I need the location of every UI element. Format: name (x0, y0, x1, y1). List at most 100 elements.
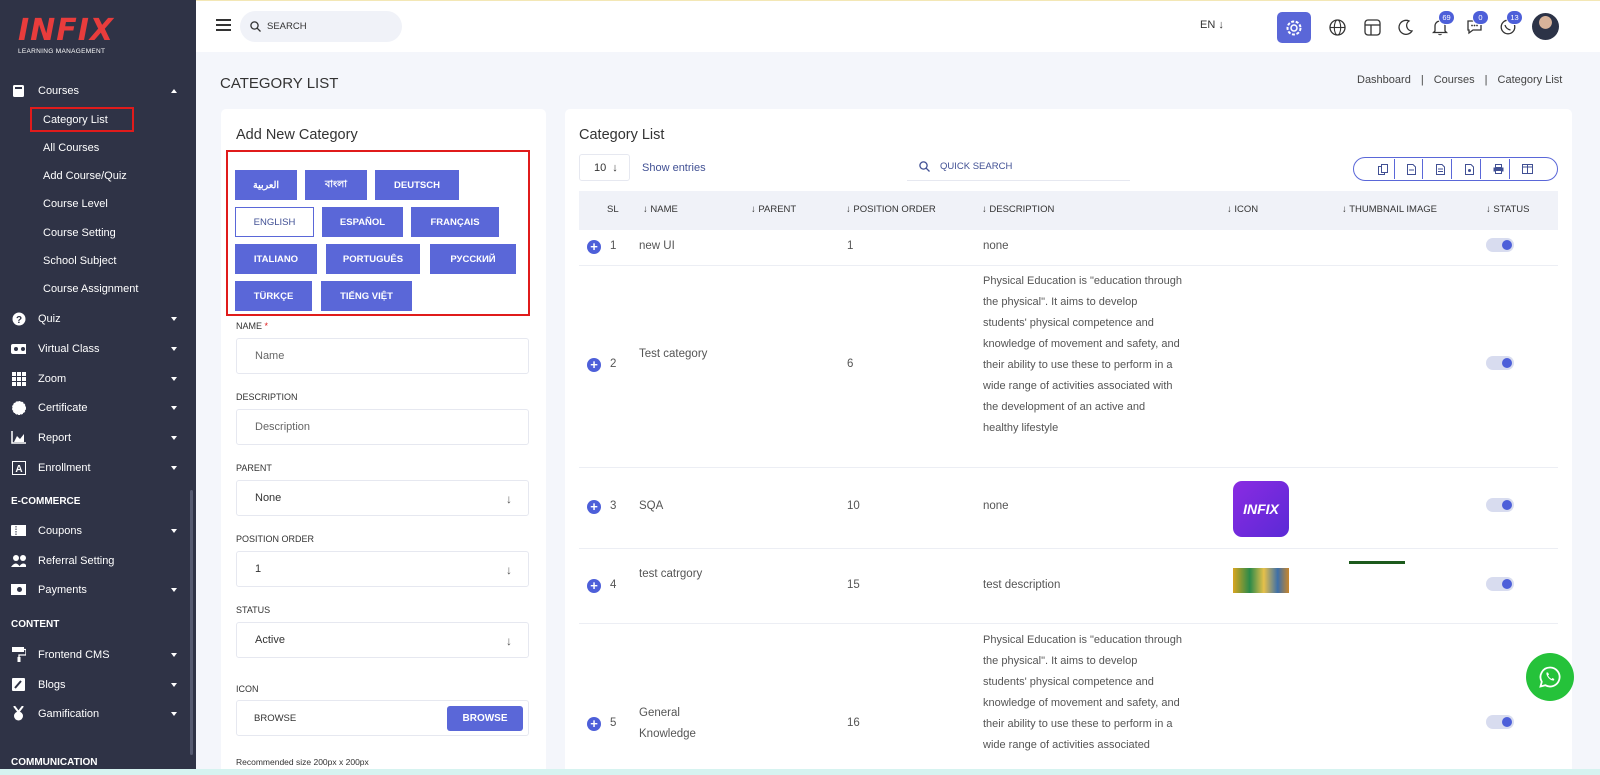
lang-tab-deutsch[interactable]: DEUTSCH (375, 170, 459, 200)
status-toggle[interactable] (1486, 577, 1514, 591)
lang-tab-turkce[interactable]: TÜRKÇE (235, 281, 312, 311)
arrow-down-icon: ↓ (506, 563, 512, 577)
column-header-icon[interactable]: ↓ ICON (1227, 204, 1258, 215)
chevron-down-icon (171, 466, 177, 470)
row-sl: 4 (610, 579, 617, 591)
column-header-position-order[interactable]: ↓ POSITION ORDER (846, 204, 936, 215)
sidebar-item-courses[interactable]: Courses (0, 78, 196, 104)
whatsapp-chat-button[interactable]: 13 (1497, 10, 1523, 38)
menu-toggle-icon[interactable] (216, 19, 231, 31)
sidebar-subitem-category-list[interactable]: Category List (43, 111, 108, 129)
sidebar-subitem-course-assignment[interactable]: Course Assignment (43, 280, 138, 298)
name-field[interactable]: Name (236, 338, 529, 374)
arrow-down-icon: ↓ (506, 634, 512, 648)
column-header-name[interactable]: ↓ NAME (643, 204, 678, 215)
notification-bell[interactable]: 69 (1429, 10, 1455, 38)
lang-tab-english[interactable]: ENGLISH (235, 207, 314, 237)
sidebar-subitem-add-course-quiz[interactable]: Add Course/Quiz (43, 167, 127, 185)
page-title: CATEGORY LIST (220, 75, 339, 92)
parent-select[interactable]: None ↓ (236, 480, 529, 516)
entries-select[interactable]: 10 ↓ (579, 154, 630, 181)
lang-tab-espanol[interactable]: ESPAÑOL (322, 207, 403, 237)
sidebar-item-blogs[interactable]: Blogs (0, 672, 196, 698)
print-icon[interactable] (1488, 159, 1510, 179)
column-header-description[interactable]: ↓ DESCRIPTION (982, 204, 1054, 215)
sidebar-item-virtual-class[interactable]: Virtual Class (0, 336, 196, 362)
lang-tab-italiano[interactable]: ITALIANO (235, 244, 317, 274)
lang-tab-bangla[interactable]: বাংলা (305, 170, 367, 200)
search-placeholder: SEARCH (267, 21, 307, 32)
icon-size-hint: Recommended size 200px x 200px (236, 757, 369, 767)
book-icon (11, 83, 26, 98)
sidebar-item-label: Gamification (38, 708, 100, 720)
browse-button[interactable]: BROWSE (447, 706, 523, 731)
logo-text: INFIX (18, 13, 115, 48)
sidebar-item-coupons[interactable]: Coupons (0, 518, 196, 544)
pdf-icon[interactable] (1459, 159, 1481, 179)
sidebar-item-referral-setting[interactable]: Referral Setting (0, 548, 196, 574)
sidebar-item-enrollment[interactable]: A Enrollment (0, 455, 196, 481)
question-circle-icon: ? (11, 311, 26, 326)
expand-row-icon[interactable]: + (587, 240, 601, 254)
sort-arrow-icon: ↓ (643, 204, 648, 215)
lang-tab-portugues[interactable]: PORTUGUÊS (326, 244, 420, 274)
language-selector[interactable]: EN ↓ (1200, 19, 1224, 31)
sidebar-item-certificate[interactable]: Certificate (0, 395, 196, 421)
messages-button[interactable]: 0 (1463, 10, 1489, 38)
breadcrumb-category-list[interactable]: Category List (1498, 74, 1563, 86)
columns-icon[interactable] (1516, 159, 1538, 179)
breadcrumb-courses[interactable]: Courses (1434, 74, 1475, 86)
sidebar-item-report[interactable]: Report (0, 425, 196, 451)
sidebar-subitem-school-subject[interactable]: School Subject (43, 252, 116, 270)
status-toggle[interactable] (1486, 238, 1514, 252)
sidebar-subitem-course-setting[interactable]: Course Setting (43, 224, 116, 242)
whatsapp-icon (1539, 666, 1561, 688)
sidebar-item-frontend-cms[interactable]: Frontend CMS (0, 642, 196, 668)
search-icon (250, 21, 261, 32)
avatar[interactable] (1532, 13, 1559, 40)
lang-tab-russian[interactable]: РУССКИЙ (430, 244, 516, 274)
logo[interactable]: INFIX LEARNING MANAGEMENT (18, 13, 115, 56)
column-header-sl[interactable]: SL (607, 204, 619, 215)
breadcrumb-dashboard[interactable]: Dashboard (1357, 74, 1411, 86)
status-toggle[interactable] (1486, 356, 1514, 370)
expand-row-icon[interactable]: + (587, 500, 601, 514)
column-header-status[interactable]: ↓ STATUS (1486, 204, 1529, 215)
row-position: 1 (847, 240, 854, 252)
sidebar-item-zoom[interactable]: Zoom (0, 366, 196, 392)
search-input[interactable]: SEARCH (240, 11, 402, 42)
excel-icon[interactable] (1430, 159, 1453, 179)
settings-button[interactable] (1277, 12, 1311, 43)
column-header-parent[interactable]: ↓ PARENT (751, 204, 796, 215)
row-divider (579, 623, 1558, 624)
sidebar-item-gamification[interactable]: Gamification (0, 701, 196, 727)
sidebar-item-payments[interactable]: Payments (0, 577, 196, 603)
sidebar-subitem-all-courses[interactable]: All Courses (43, 139, 99, 157)
position-order-select[interactable]: 1 ↓ (236, 551, 529, 587)
chevron-down-icon (171, 347, 177, 351)
sidebar-subitem-course-level[interactable]: Course Level (43, 195, 108, 213)
globe-icon[interactable] (1326, 16, 1348, 38)
expand-row-icon[interactable]: + (587, 358, 601, 372)
status-toggle[interactable] (1486, 715, 1514, 729)
sidebar-scrollbar[interactable] (190, 490, 193, 755)
moon-icon[interactable] (1395, 16, 1417, 38)
lang-tab-francais[interactable]: FRANÇAIS (411, 207, 499, 237)
lang-tab-tieng-viet[interactable]: TIẾNG VIỆT (321, 281, 412, 311)
column-header-thumbnail[interactable]: ↓ THUMBNAIL IMAGE (1342, 204, 1437, 215)
layout-icon[interactable] (1361, 16, 1383, 38)
csv-icon[interactable] (1401, 159, 1424, 179)
quick-search-input[interactable]: QUICK SEARCH (907, 153, 1130, 181)
copy-icon[interactable] (1373, 159, 1395, 179)
sort-arrow-icon: ↓ (751, 204, 756, 215)
expand-row-icon[interactable]: + (587, 579, 601, 593)
status-toggle[interactable] (1486, 498, 1514, 512)
description-field[interactable]: Description (236, 409, 529, 445)
whatsapp-float-button[interactable] (1526, 653, 1574, 701)
lang-tab-arabic[interactable]: العربية (235, 170, 297, 200)
row-description: none (983, 240, 1009, 252)
status-select[interactable]: Active ↓ (236, 622, 529, 658)
row-position: 10 (847, 500, 860, 512)
expand-row-icon[interactable]: + (587, 717, 601, 731)
sidebar-item-quiz[interactable]: ? Quiz (0, 306, 196, 332)
